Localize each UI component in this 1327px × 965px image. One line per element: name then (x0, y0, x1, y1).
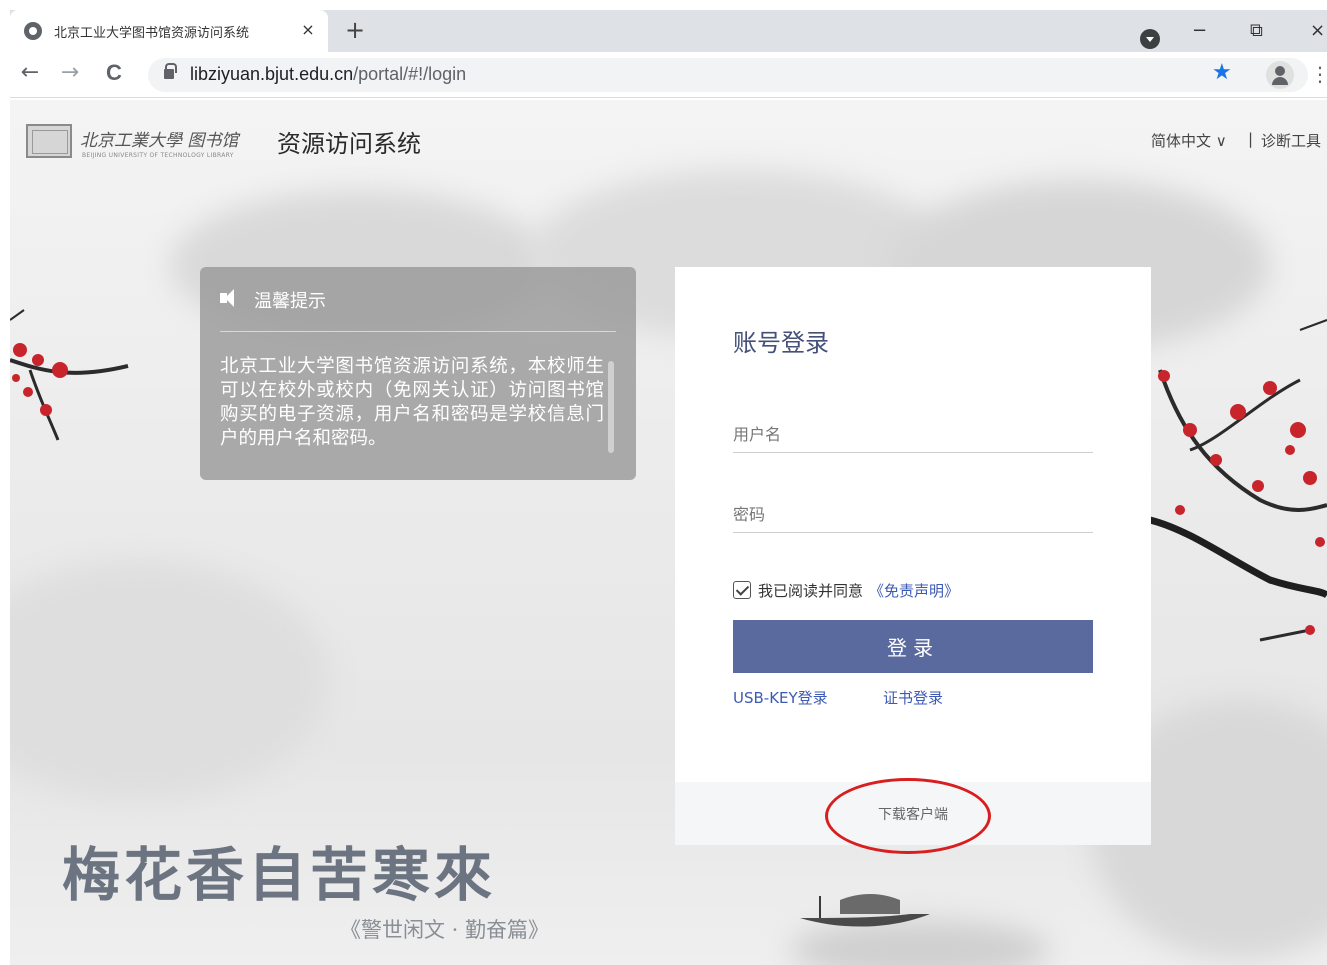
forward-arrow-icon[interactable]: → (56, 60, 84, 85)
account-icon[interactable] (1266, 61, 1294, 89)
new-tab-button[interactable]: + (340, 16, 370, 44)
notice-panel: 温馨提示 北京工业大学图书馆资源访问系统，本校师生可以在校外或校内（免网关认证）… (200, 267, 636, 480)
system-title: 资源访问系统 (277, 130, 421, 158)
plum-blossom-branch-right (1150, 319, 1327, 642)
restore-button[interactable]: ⧉ (1250, 20, 1263, 41)
notice-title: 温馨提示 (254, 291, 326, 312)
url-host: libziyuan.bjut.edu.cn (190, 64, 354, 84)
header-divider: | (1248, 130, 1254, 148)
browser-menu-icon[interactable]: ⋮ (1310, 62, 1327, 86)
mountain-shape (10, 560, 330, 800)
site-header: 北京工業大學 图书馆 BEIJING UNIVERSITY OF TECHNOL… (10, 100, 1327, 180)
language-select[interactable]: 简体中文 ∨ (1151, 130, 1227, 151)
tab-strip: 北京工业大学图书馆资源访问系统 × + − ⧉ × (10, 10, 1327, 52)
library-logo-text: 北京工業大學 图书馆 (80, 131, 239, 151)
agreement-row: 我已阅读并同意 《免责声明》 (733, 579, 959, 601)
calligraphy-source: 《警世闲文 · 勤奋篇》 (340, 918, 550, 942)
diagnostics-link[interactable]: 诊断工具 (1261, 130, 1321, 151)
agree-checkbox[interactable] (733, 581, 751, 599)
disclaimer-link[interactable]: 《免责声明》 (869, 580, 959, 601)
login-card: 账号登录 我已阅读并同意 《免责声明》 登录 USB-KEY登录 证书登录 下载… (675, 267, 1151, 845)
url-text[interactable]: libziyuan.bjut.edu.cn/portal/#!/login (190, 64, 466, 85)
library-logo-subtitle: BEIJING UNIVERSITY OF TECHNOLOGY LIBRARY (82, 152, 234, 159)
notice-scrollbar[interactable] (608, 361, 614, 453)
login-title: 账号登录 (733, 329, 829, 357)
plum-blossom-branch-left (10, 309, 129, 441)
browser-chrome: 北京工业大学图书馆资源访问系统 × + − ⧉ × ← → C libziyua… (0, 0, 1327, 100)
lock-icon (164, 63, 177, 79)
reload-icon[interactable]: C (100, 60, 128, 86)
tab-search-icon[interactable] (1140, 29, 1160, 49)
agree-text: 我已阅读并同意 (758, 581, 864, 600)
minimize-button[interactable]: − (1192, 20, 1207, 41)
bookmark-star-icon[interactable]: ★ (1212, 60, 1232, 85)
tab-title: 北京工业大学图书馆资源访问系统 (54, 25, 250, 41)
username-input[interactable] (733, 417, 1093, 453)
login-page: 北京工業大學 图书馆 BEIJING UNIVERSITY OF TECHNOL… (10, 100, 1327, 965)
notice-divider (220, 331, 616, 332)
url-path: /portal/#!/login (353, 64, 467, 84)
browser-tab[interactable]: 北京工业大学图书馆资源访问系统 × (10, 10, 328, 52)
red-annotation-circle (825, 778, 991, 854)
password-input[interactable] (733, 497, 1093, 533)
tab-close-icon[interactable]: × (298, 20, 318, 39)
speaker-icon (220, 289, 240, 307)
calligraphy-motto: 梅花香自苦寒來 (62, 841, 497, 909)
back-arrow-icon[interactable]: ← (16, 60, 44, 85)
login-button[interactable]: 登录 (733, 620, 1093, 673)
favicon-icon (24, 22, 42, 40)
address-bar[interactable]: libziyuan.bjut.edu.cn/portal/#!/login ★ (148, 58, 1308, 92)
browser-toolbar: ← → C libziyuan.bjut.edu.cn/portal/#!/lo… (10, 52, 1327, 98)
certificate-login-link[interactable]: 证书登录 (883, 687, 943, 708)
library-seal-logo (26, 124, 72, 158)
usb-key-login-link[interactable]: USB-KEY登录 (733, 687, 828, 708)
notice-body: 北京工业大学图书馆资源访问系统，本校师生可以在校外或校内（免网关认证）访问图书馆… (220, 356, 604, 449)
boat-illustration (800, 894, 930, 927)
close-window-button[interactable]: × (1310, 20, 1325, 41)
